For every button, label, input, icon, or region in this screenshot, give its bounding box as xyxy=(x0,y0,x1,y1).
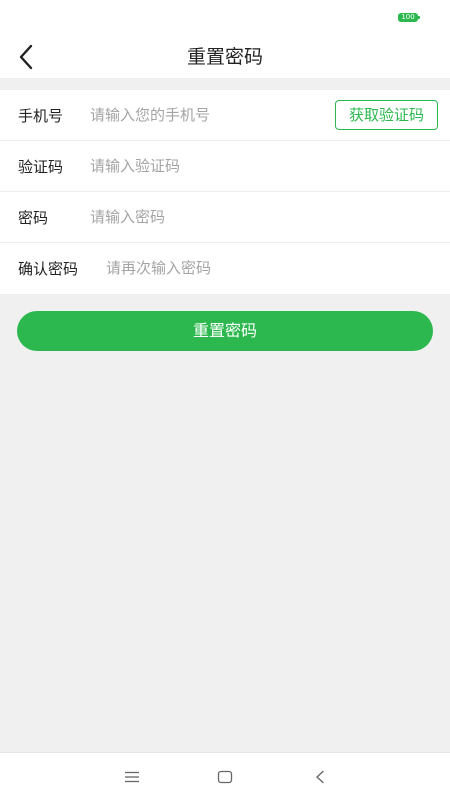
confirm-password-row: 确认密码 xyxy=(0,243,450,293)
menu-icon xyxy=(125,771,139,783)
phone-input[interactable] xyxy=(90,90,326,140)
password-input[interactable] xyxy=(90,192,430,242)
code-input[interactable] xyxy=(90,141,430,191)
chevron-left-icon xyxy=(19,44,33,70)
get-code-button[interactable]: 获取验证码 xyxy=(335,100,438,130)
password-label: 密码 xyxy=(18,208,49,227)
back-button[interactable] xyxy=(18,36,58,78)
page-title: 重置密码 xyxy=(186,46,263,68)
confirm-password-input[interactable] xyxy=(106,243,430,293)
system-navigation-bar xyxy=(0,752,450,801)
back-icon xyxy=(316,770,324,784)
menu-button[interactable] xyxy=(108,753,156,801)
header: 重置密码 xyxy=(0,36,450,78)
home-icon xyxy=(217,770,233,784)
reset-password-button[interactable]: 重置密码 xyxy=(17,311,433,351)
code-label: 验证码 xyxy=(18,157,64,176)
battery-icon: 100 xyxy=(398,13,420,22)
phone-row: 手机号 获取验证码 xyxy=(0,90,450,141)
home-button[interactable] xyxy=(201,753,249,801)
system-back-button[interactable] xyxy=(296,753,344,801)
code-row: 验证码 xyxy=(0,141,450,192)
phone-label: 手机号 xyxy=(18,106,64,125)
status-bar: 100 xyxy=(0,0,450,36)
confirm-password-label: 确认密码 xyxy=(18,259,79,278)
password-row: 密码 xyxy=(0,192,450,243)
reset-form: 手机号 获取验证码 验证码 密码 确认密码 xyxy=(0,90,450,294)
